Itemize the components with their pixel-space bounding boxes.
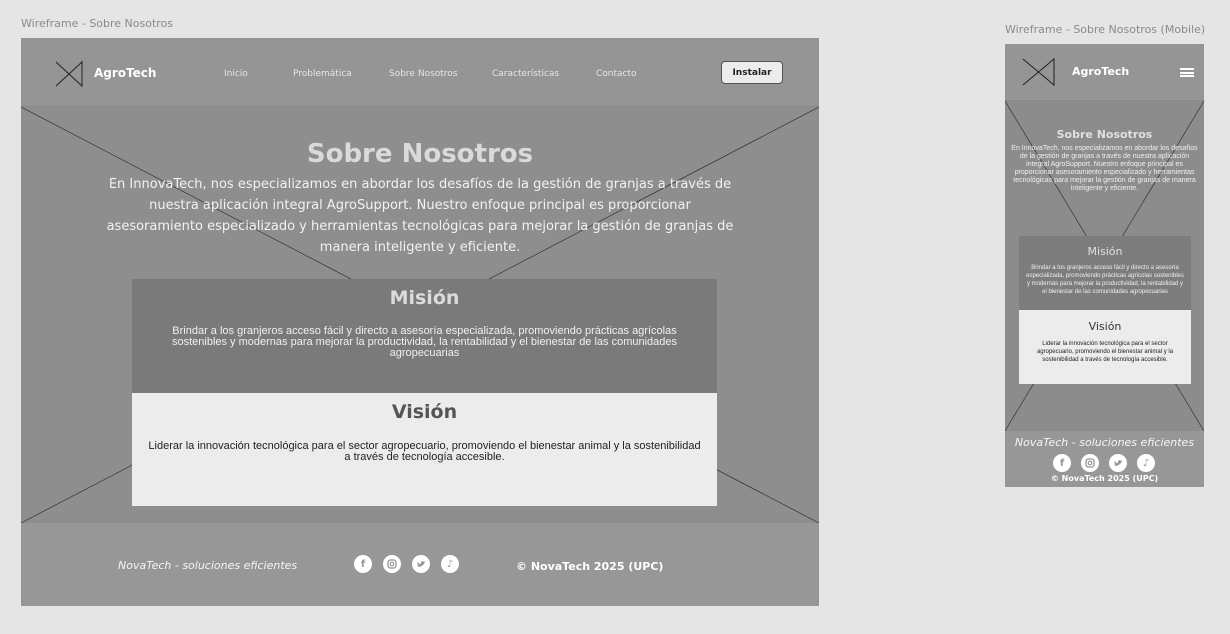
navbar: AgroTech Inicio Problemática Sobre Nosot…: [21, 38, 819, 107]
facebook-icon[interactable]: f: [354, 555, 372, 573]
footer-copyright: © NovaTech 2025 (UPC): [516, 560, 664, 573]
social-links: f ♪: [1053, 454, 1155, 472]
vision-text: Liderar la innovación tecnológica para e…: [148, 440, 701, 463]
mobile-footer: NovaTech - soluciones eficientes f ♪ © N…: [1005, 431, 1204, 487]
logo-placeholder-icon[interactable]: [55, 61, 83, 87]
twitter-icon[interactable]: [412, 555, 430, 573]
instagram-icon[interactable]: [383, 555, 401, 573]
nav-link-problematica[interactable]: Problemática: [293, 69, 352, 79]
footer-copyright: © NovaTech 2025 (UPC): [1050, 474, 1159, 483]
vision-card: Visión Liderar la innovación tecnológica…: [1019, 310, 1191, 384]
mision-card: Misión Brindar a los granjeros acceso fá…: [132, 279, 717, 393]
intro-text: En InnovaTech, nos especializamos en abo…: [106, 177, 734, 255]
hero-section: Sobre Nosotros En InnovaTech, nos especi…: [21, 107, 819, 523]
nav-link-contacto[interactable]: Contacto: [596, 69, 637, 79]
page-title: Sobre Nosotros: [1056, 128, 1153, 141]
mision-title: Misión: [1087, 245, 1123, 258]
intro-text: En InnovaTech, nos especializamos en abo…: [1011, 145, 1198, 192]
mobile-frame-label: Wireframe - Sobre Nosotros (Mobile): [1005, 23, 1206, 36]
nav-link-caracteristicas[interactable]: Características: [492, 69, 559, 79]
footer-slogan: NovaTech - soluciones eficientes: [1014, 436, 1195, 449]
mobile-wireframe: AgroTech Sobre Nosotros En InnovaTech, n…: [1005, 44, 1204, 487]
social-links: f ♪: [354, 555, 459, 573]
mision-title: Misión: [389, 287, 460, 309]
tiktok-icon[interactable]: ♪: [441, 555, 459, 573]
tiktok-icon[interactable]: ♪: [1137, 454, 1155, 472]
mobile-hero-section: Sobre Nosotros En InnovaTech, nos especi…: [1005, 101, 1204, 431]
hamburger-menu-icon[interactable]: [1180, 68, 1194, 77]
instagram-icon[interactable]: [1081, 454, 1099, 472]
install-button[interactable]: Instalar: [721, 61, 783, 84]
brand-name[interactable]: AgroTech: [1072, 65, 1129, 78]
mision-text: Brindar a los granjeros acceso fácil y d…: [1026, 265, 1184, 295]
vision-title: Visión: [391, 401, 458, 423]
footer: NovaTech - soluciones eficientes f ♪ © N…: [21, 523, 819, 606]
vision-title: Visión: [1088, 320, 1122, 333]
desktop-frame-label: Wireframe - Sobre Nosotros: [21, 17, 174, 30]
vision-card: Visión Liderar la innovación tecnológica…: [132, 393, 717, 506]
brand-name[interactable]: AgroTech: [94, 66, 156, 80]
logo-placeholder-icon[interactable]: [1022, 58, 1055, 86]
mobile-navbar: AgroTech: [1005, 44, 1204, 101]
mision-card: Misión Brindar a los granjeros acceso fá…: [1019, 236, 1191, 311]
footer-slogan: NovaTech - soluciones eficientes: [118, 559, 298, 572]
nav-link-inicio[interactable]: Inicio: [224, 69, 248, 79]
page-title: Sobre Nosotros: [306, 139, 534, 169]
twitter-icon[interactable]: [1109, 454, 1127, 472]
facebook-icon[interactable]: f: [1053, 454, 1071, 472]
nav-link-sobre-nosotros[interactable]: Sobre Nosotros: [389, 69, 458, 79]
mision-text: Brindar a los granjeros acceso fácil y d…: [171, 325, 678, 359]
vision-text: Liderar la innovación tecnológica para e…: [1036, 341, 1174, 363]
desktop-wireframe: AgroTech Inicio Problemática Sobre Nosot…: [21, 38, 819, 606]
